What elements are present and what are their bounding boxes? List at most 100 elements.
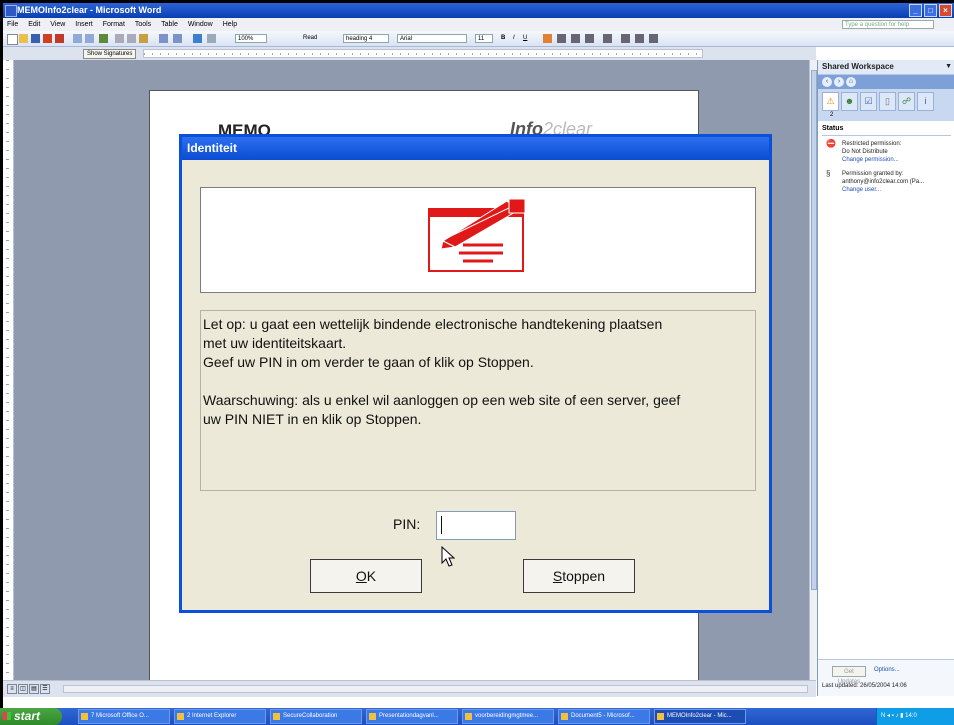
word-title-bar: MEMOInfo2clear - Microsoft Word _ □ ×: [3, 3, 954, 18]
font-size-select[interactable]: 11: [475, 34, 493, 43]
ok-label: K: [366, 568, 377, 584]
menu-format[interactable]: Format: [103, 21, 125, 28]
new-document-icon[interactable]: [7, 34, 18, 45]
documents-tab-icon[interactable]: ▯: [879, 92, 896, 111]
menu-edit[interactable]: Edit: [28, 21, 40, 28]
table-icon[interactable]: [207, 34, 216, 43]
shared-workspace-pane: Shared Workspace ▼ ‹ › ⌂ ⚠ ☻ ☑ ▯ ☍ i 2 S…: [817, 60, 954, 696]
options-link[interactable]: Options...: [874, 667, 900, 673]
bold-icon[interactable]: B: [501, 31, 505, 46]
align-right-icon[interactable]: [571, 34, 580, 43]
get-updates-button[interactable]: Get Updates: [832, 666, 866, 685]
start-button[interactable]: start: [0, 708, 62, 725]
last-updated-text: Last updated: 26/05/2004 14:06: [822, 683, 907, 689]
window-controls: _ □ ×: [909, 4, 952, 17]
taskbar-item[interactable]: Document5 - Microsof...: [558, 709, 650, 724]
pane-navigation: ‹ › ⌂: [818, 75, 954, 89]
close-button[interactable]: ×: [939, 4, 952, 17]
home-icon[interactable]: ⌂: [846, 77, 856, 87]
horizontal-scrollbar[interactable]: [63, 685, 808, 693]
ok-button[interactable]: OK: [310, 559, 422, 593]
desktop-screen: MEMOInfo2clear - Microsoft Word _ □ × Fi…: [3, 3, 954, 723]
taskbar: start 7 Microsoft Office O... 2 Internet…: [0, 708, 954, 725]
hyperlink-icon[interactable]: [193, 34, 202, 43]
minimize-button[interactable]: _: [909, 4, 922, 17]
change-user-link[interactable]: Change user...: [842, 186, 953, 194]
align-left-icon[interactable]: [543, 34, 552, 43]
menu-window[interactable]: Window: [188, 21, 213, 28]
pane-dropdown-icon[interactable]: ▼: [945, 60, 952, 74]
entry-line: Restricted permission:: [842, 141, 902, 147]
vertical-ruler[interactable]: [3, 60, 14, 680]
back-arrow-icon[interactable]: ‹: [822, 77, 832, 87]
menu-tools[interactable]: Tools: [135, 21, 151, 28]
indent-icon[interactable]: [649, 34, 658, 43]
italic-icon[interactable]: I: [513, 31, 515, 46]
print-layout-icon[interactable]: ▤: [29, 684, 39, 694]
menu-table[interactable]: Table: [161, 21, 178, 28]
align-center-icon[interactable]: [557, 34, 566, 43]
taskbar-item[interactable]: 2 Internet Explorer: [174, 709, 266, 724]
paste-icon[interactable]: [139, 34, 148, 43]
pane-title: Shared Workspace: [822, 62, 894, 71]
web-view-icon[interactable]: ◫: [18, 684, 28, 694]
entry-line: Do Not Distribute: [842, 149, 888, 155]
print-icon[interactable]: [73, 34, 82, 43]
copy-icon[interactable]: [127, 34, 136, 43]
undo-icon[interactable]: [159, 34, 168, 43]
cut-icon[interactable]: [115, 34, 124, 43]
standard-toolbar: 100% Read heading 4 Arial 11 B I U: [3, 31, 954, 47]
print-preview-icon[interactable]: [85, 34, 94, 43]
justify-icon[interactable]: [585, 34, 594, 43]
taskbar-item[interactable]: voorbereidingmgtmee...: [462, 709, 554, 724]
menu-help[interactable]: Help: [223, 21, 237, 28]
outline-view-icon[interactable]: ☰: [40, 684, 50, 694]
spelling-icon[interactable]: [99, 34, 108, 43]
bullets-icon[interactable]: [635, 34, 644, 43]
underline-icon[interactable]: U: [523, 31, 527, 46]
style-select[interactable]: heading 4: [343, 34, 389, 43]
tasks-tab-icon[interactable]: ☑: [860, 92, 877, 111]
save-icon[interactable]: [31, 34, 40, 43]
status-tab-warning-icon[interactable]: ⚠: [822, 92, 839, 111]
stop-button[interactable]: Stoppen: [523, 559, 635, 593]
help-search-input[interactable]: Type a question for help: [842, 20, 934, 29]
links-tab-icon[interactable]: ☍: [898, 92, 915, 111]
taskbar-item[interactable]: SecureCollaboration: [270, 709, 362, 724]
info-tab-icon[interactable]: i: [917, 92, 934, 111]
tray-icons[interactable]: N ◂ ▪ ♪ ▮: [881, 713, 905, 719]
identity-dialog: Identiteit Let op: u gaat een wettelijk …: [179, 134, 772, 613]
redo-icon[interactable]: [173, 34, 182, 43]
change-permission-link[interactable]: Change permission...: [842, 156, 953, 164]
horizontal-ruler[interactable]: [143, 49, 703, 58]
signature-toolbar-icon[interactable]: [55, 34, 64, 43]
permission-icon[interactable]: [43, 34, 52, 43]
members-tab-icon[interactable]: ☻: [841, 92, 858, 111]
view-buttons: ≡ ◫ ▤ ☰: [7, 684, 51, 694]
font-select[interactable]: Arial: [397, 34, 467, 43]
menu-view[interactable]: View: [50, 21, 65, 28]
menu-insert[interactable]: Insert: [75, 21, 93, 28]
taskbar-item[interactable]: Presentationdagvanl...: [366, 709, 458, 724]
pin-label: PIN:: [393, 516, 421, 532]
menu-file[interactable]: File: [7, 21, 18, 28]
horizontal-scroll-area: ≡ ◫ ▤ ☰: [3, 680, 816, 697]
pane-footer: Get Updates Options... Last updated: 26/…: [818, 659, 954, 696]
menu-bar: File Edit View Insert Format Tools Table…: [3, 18, 954, 31]
status-heading: Status: [822, 125, 951, 136]
show-signatures-button[interactable]: Show Signatures: [83, 49, 137, 59]
normal-view-icon[interactable]: ≡: [7, 684, 17, 694]
pin-input[interactable]: [436, 511, 516, 540]
stop-mnemonic: S: [552, 568, 563, 584]
dialog-message: Let op: u gaat een wettelijk bindende el…: [200, 310, 756, 491]
line-spacing-icon[interactable]: [603, 34, 612, 43]
numbering-icon[interactable]: [621, 34, 630, 43]
taskbar-item[interactable]: 7 Microsoft Office O...: [78, 709, 170, 724]
maximize-button[interactable]: □: [924, 4, 937, 17]
open-folder-icon[interactable]: [19, 34, 28, 43]
taskbar-item-active[interactable]: MEMOInfo2clear - Mic...: [654, 709, 746, 724]
zoom-select[interactable]: 100%: [235, 34, 267, 43]
forward-arrow-icon[interactable]: ›: [834, 77, 844, 87]
user-key-icon: §: [826, 169, 831, 178]
read-button[interactable]: Read: [303, 31, 317, 46]
